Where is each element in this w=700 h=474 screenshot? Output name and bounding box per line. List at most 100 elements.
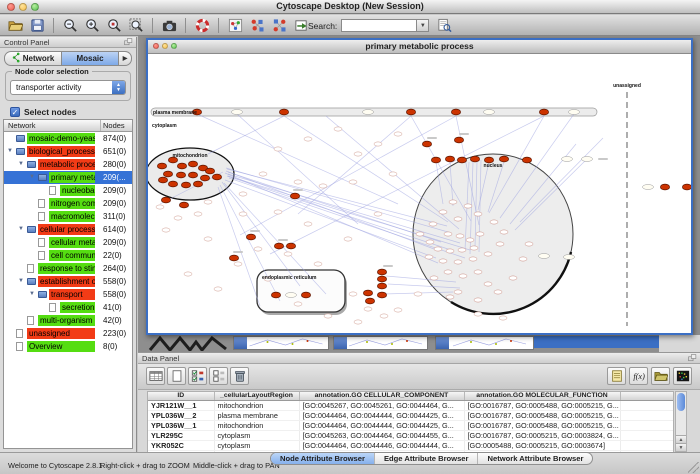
network-window-titlebar[interactable]: primary metabolic process xyxy=(148,40,691,54)
filter-icon[interactable] xyxy=(269,17,289,34)
tree-row[interactable]: cell communicat22(0) xyxy=(4,249,132,262)
table-cell[interactable]: [GO:0016787, GO:0005488, GO:0005215, G..… xyxy=(464,410,620,420)
save-session-icon[interactable] xyxy=(27,17,47,34)
notes-icon[interactable] xyxy=(607,367,626,385)
tree-header[interactable]: Network Nodes xyxy=(4,120,132,132)
scroll-up-icon[interactable]: ▲ xyxy=(676,435,686,443)
table-column-header[interactable]: annotation.GO MOLECULAR_FUNCTION xyxy=(464,392,620,400)
tree-row[interactable]: ▼metabolic process280(0) xyxy=(4,158,132,171)
node-color-dropdown[interactable]: transporter activity ▲▼ xyxy=(10,80,126,95)
tree-row[interactable]: ▼transport558(0) xyxy=(4,288,132,301)
tab-node-attribute-browser[interactable]: Node Attribute Browser xyxy=(271,453,374,464)
tree-row[interactable]: macromolecule311(0) xyxy=(4,210,132,223)
table-cell[interactable]: YLR295C xyxy=(148,430,214,440)
tree-row[interactable]: nitrogen compo209(0) xyxy=(4,197,132,210)
import-attributes-icon[interactable] xyxy=(651,367,670,385)
tree-row[interactable]: cellular metabol209(0) xyxy=(4,236,132,249)
table-cell[interactable]: [GO:0044464, GO:0044444, GO:0044425, G..… xyxy=(299,420,464,430)
float-panel-icon[interactable] xyxy=(688,354,697,362)
resize-grip[interactable] xyxy=(688,462,699,473)
scroll-down-icon[interactable]: ▼ xyxy=(676,443,686,451)
unselect-attributes-icon[interactable] xyxy=(209,367,228,385)
table-column-header[interactable]: _cellularLayoutRegion xyxy=(214,392,299,400)
table-cell[interactable]: YKR052C xyxy=(148,440,214,450)
attribute-table: ID_cellularLayoutRegionannotation.GO CEL… xyxy=(147,391,674,452)
tree-row[interactable]: response to stimul264(0) xyxy=(4,262,132,275)
table-cell[interactable]: plasma membrane xyxy=(214,410,299,420)
zoom-fit-icon[interactable] xyxy=(126,17,146,34)
tree-row[interactable]: nucleobase-209(0) xyxy=(4,184,132,197)
float-panel-icon[interactable] xyxy=(124,38,133,46)
table-cell[interactable]: [GO:0016787, GO:0005488, GO:0005215, G..… xyxy=(464,400,620,410)
tree-row[interactable]: Overview8(0) xyxy=(4,340,132,353)
tab-network[interactable]: Network xyxy=(5,52,61,65)
table-cell[interactable]: cytoplasm xyxy=(214,430,299,440)
table-cell[interactable]: [GO:0005488, GO:0005215, GO:0003674] xyxy=(464,440,620,450)
tree-row[interactable]: ▼primary metabo209(... xyxy=(4,171,132,184)
table-cell[interactable]: YPL036W__1 xyxy=(148,420,214,430)
tree-row[interactable]: multi-organism pro42(0) xyxy=(4,314,132,327)
table-scrollbar[interactable]: ▲ ▼ xyxy=(675,391,687,452)
table-cell[interactable]: mitochondrion xyxy=(214,400,299,410)
new-attribute-icon[interactable] xyxy=(167,367,186,385)
search-dropdown-arrow-icon[interactable]: ▼ xyxy=(417,19,429,32)
table-cell[interactable]: cytoplasm xyxy=(214,440,299,450)
background-window[interactable] xyxy=(233,336,329,350)
disclosure-triangle-icon[interactable]: ▼ xyxy=(18,226,24,233)
zoom-selected-icon[interactable] xyxy=(104,17,124,34)
table-cell[interactable]: [GO:0044464, GO:0044444, GO:0044425, G..… xyxy=(299,410,464,420)
attribute-table-icon[interactable] xyxy=(146,367,165,385)
table-row[interactable]: YKR052Ccytoplasm[GO:0044464, GO:0044446,… xyxy=(148,440,674,450)
tree-row[interactable]: ▼biological_process651(0) xyxy=(4,145,132,158)
tree-row[interactable]: mosaic-demo-yeast874(0) xyxy=(4,132,132,145)
tree-row[interactable]: ▼cellular process614(0) xyxy=(4,223,132,236)
table-column-header[interactable]: annotation.GO CELLULAR_COMPONENT xyxy=(299,392,464,400)
tree-row[interactable]: ▼establishment of lo558(0) xyxy=(4,275,132,288)
table-cell[interactable]: [GO:0045263, GO:0044464, GO:0044455, G..… xyxy=(299,430,464,440)
formula-icon[interactable]: f(x) xyxy=(629,367,648,385)
table-row[interactable]: YJR121W__1mitochondrion[GO:0045267, GO:0… xyxy=(148,400,674,410)
table-cell[interactable]: [GO:0016787, GO:0005488, GO:0005215, G..… xyxy=(464,420,620,430)
zoom-in-icon[interactable] xyxy=(82,17,102,34)
help-icon[interactable] xyxy=(192,17,212,34)
matrix-icon[interactable] xyxy=(673,367,692,385)
disclosure-triangle-icon[interactable]: ▼ xyxy=(18,278,24,285)
matrix-icon xyxy=(676,369,690,383)
vizmapper-icon[interactable] xyxy=(247,17,267,34)
table-cell[interactable]: [GO:0044464, GO:0044446, GO:0044444, G..… xyxy=(299,440,464,450)
select-nodes-checkbox[interactable]: ✓ xyxy=(10,107,20,117)
table-row[interactable]: YPL036W__2plasma membrane[GO:0044464, GO… xyxy=(148,410,674,420)
table-column-header[interactable]: ID xyxy=(148,392,214,400)
disclosure-triangle-icon[interactable]: ▼ xyxy=(29,291,35,298)
background-window[interactable] xyxy=(333,336,428,350)
table-row[interactable]: YPL036W__1mitochondrion[GO:0044464, GO:0… xyxy=(148,420,674,430)
select-attributes-icon[interactable] xyxy=(188,367,207,385)
table-row[interactable]: YLR295Ccytoplasm[GO:0045263, GO:0044464,… xyxy=(148,430,674,440)
disclosure-triangle-icon[interactable]: ▼ xyxy=(18,161,24,168)
network-canvas[interactable]: plasma membranecytoplasmmitochondrionnuc… xyxy=(148,54,691,333)
network-view-window[interactable]: primary metabolic process plasma membran… xyxy=(146,38,693,335)
tab-edge-attribute-browser[interactable]: Edge Attribute Browser xyxy=(374,453,478,464)
table-cell[interactable]: YJR121W__1 xyxy=(148,400,214,410)
search-input[interactable] xyxy=(341,19,417,32)
table-cell[interactable]: YPL036W__2 xyxy=(148,410,214,420)
open-file-icon[interactable] xyxy=(5,17,25,34)
tab-mosaic[interactable]: Mosaic xyxy=(61,52,118,65)
tree-row[interactable]: secretion41(0) xyxy=(4,301,132,314)
background-network-preview[interactable] xyxy=(148,336,230,351)
tab-network-attribute-browser[interactable]: Network Attribute Browser xyxy=(477,453,592,464)
snapshot-icon[interactable] xyxy=(159,17,179,34)
annotation-icon[interactable] xyxy=(225,17,245,34)
zoom-out-icon[interactable] xyxy=(60,17,80,34)
table-cell[interactable]: [GO:0016787, GO:0005215, GO:0003824, G..… xyxy=(464,430,620,440)
table-cell[interactable]: mitochondrion xyxy=(214,420,299,430)
tab-overflow-icon[interactable]: ▶ xyxy=(118,52,131,65)
background-window[interactable] xyxy=(435,336,534,350)
scrollbar-thumb[interactable] xyxy=(677,393,685,411)
table-cell[interactable]: [GO:0045267, GO:0045261, GO:0044464, G..… xyxy=(299,400,464,410)
delete-attribute-icon[interactable] xyxy=(230,367,249,385)
advanced-search-icon[interactable] xyxy=(435,18,453,34)
disclosure-triangle-icon[interactable]: ▼ xyxy=(7,148,13,155)
tree-row[interactable]: unassigned223(0) xyxy=(4,327,132,340)
disclosure-triangle-icon[interactable]: ▼ xyxy=(29,174,35,181)
